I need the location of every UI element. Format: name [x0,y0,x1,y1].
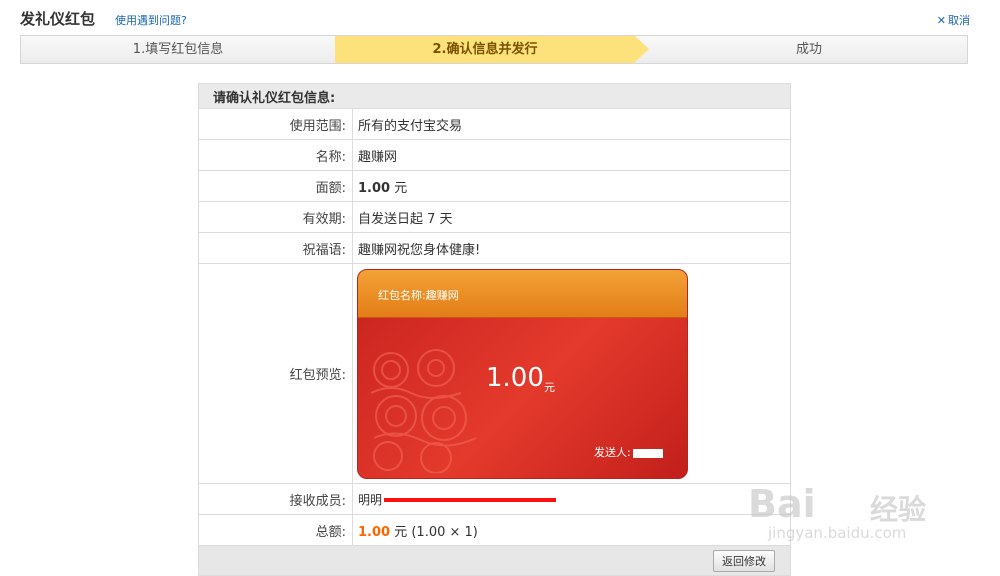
page-title: 发礼仪红包 [20,10,96,28]
total-label: 总额: [198,514,353,546]
card-header: 红包名称:趣赚网 [358,270,687,318]
row-total: 总额: 1.00 元 (1.00 × 1) [198,514,791,546]
validity-value: 自发送日起 7 天 [352,201,791,233]
paper-cut-decoration-icon [370,349,477,473]
sender-redaction [632,448,663,458]
step-confirm: 2.确认信息并发行 [335,36,635,63]
row-receiver: 接收成员: 明明 [198,483,791,515]
footer-row: 返回修改 [198,545,791,576]
row-name: 名称: 趣赚网 [198,139,791,171]
red-packet-card: 红包名称:趣赚网 1.00 元 发送人: [357,269,688,479]
total-amount: 1.00 [358,524,391,540]
scope-label: 使用范围: [198,108,353,140]
card-name-label: 红包名称: [378,289,426,302]
card-body: 1.00 元 发送人: [358,318,687,478]
amount-cell: 1.00 元 [352,170,791,202]
back-edit-button[interactable]: 返回修改 [713,549,775,572]
confirm-title: 请确认礼仪红包信息: [198,83,791,109]
name-value: 趣赚网 [352,139,791,171]
card-amount: 1.00 [486,363,544,393]
cancel-label: 取消 [948,14,970,27]
validity-label: 有效期: [198,201,353,233]
confirm-table: 请确认礼仪红包信息: 使用范围: 所有的支付宝交易 名称: 趣赚网 面额: 1.… [198,83,791,576]
name-label: 名称: [198,139,353,171]
row-amount: 面额: 1.00 元 [198,170,791,202]
greeting-value: 趣赚网祝您身体健康! [352,232,791,264]
cancel-link[interactable]: ✕ 取消 [937,12,970,28]
receiver-value: 明明 [352,483,791,515]
card-unit: 元 [544,381,555,394]
watermark-brand-cn: 经验 [870,493,927,526]
footer-cell: 返回修改 [198,545,791,576]
greeting-label: 祝福语: [198,232,353,264]
total-rest: 元 (1.00 × 1) [394,524,478,540]
step-fill-info: 1.填写红包信息 [132,42,224,57]
receiver-redaction [384,498,557,502]
total-cell: 1.00 元 (1.00 × 1) [352,514,791,546]
row-scope: 使用范围: 所有的支付宝交易 [198,108,791,140]
receiver-label: 接收成员: [198,483,353,515]
scope-value: 所有的支付宝交易 [352,108,791,140]
row-greeting: 祝福语: 趣赚网祝您身体健康! [198,232,791,264]
preview-label: 红包预览: [198,263,353,484]
amount-value: 1.00 [358,180,391,196]
row-validity: 有效期: 自发送日起 7 天 [198,201,791,233]
card-sender-label: 发送人: [594,446,631,459]
amount-label: 面额: [198,170,353,202]
preview-cell: 红包名称:趣赚网 1.00 元 发送人: [352,263,791,484]
progress-steps: 1.填写红包信息 2.确认信息并发行 成功 [20,35,968,64]
step-success: 成功 [795,42,822,57]
close-icon: ✕ [936,14,946,27]
help-link[interactable]: 使用遇到问题? [115,12,187,28]
row-preview: 红包预览: 红包名称:趣赚网 1.00 元 发送人: [198,263,791,484]
card-name-value: 趣赚网 [425,289,459,302]
step-arrow-icon [635,36,649,62]
receiver-partial: 明明 [358,492,383,507]
card-sender: 发送人: [594,444,663,460]
amount-unit: 元 [394,180,408,196]
card-name: 红包名称:趣赚网 [378,287,459,303]
